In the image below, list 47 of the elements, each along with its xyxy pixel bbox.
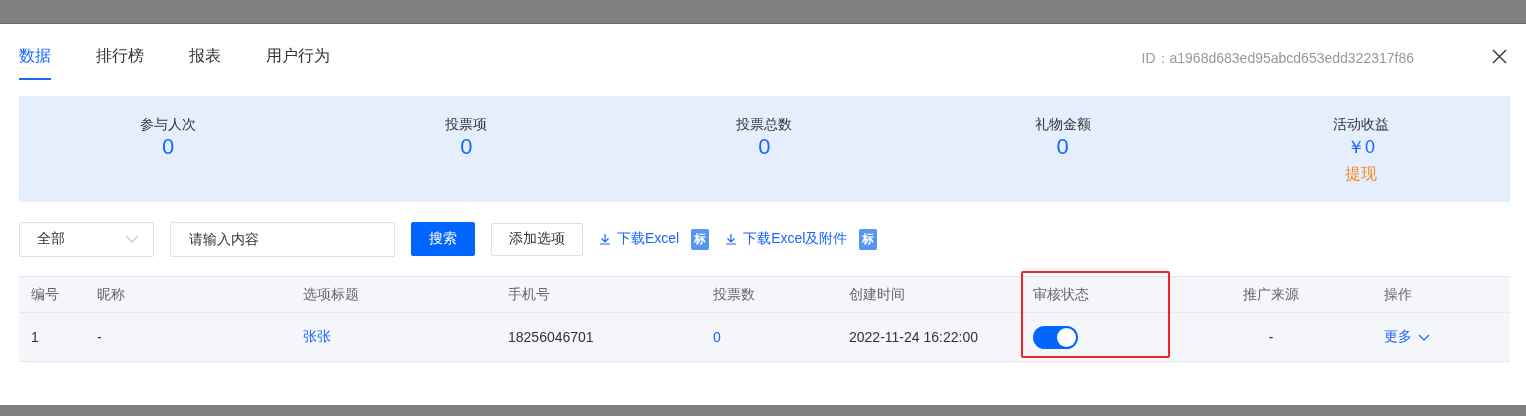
chevron-down-icon	[125, 235, 139, 243]
download-link[interactable]: 下载Excel	[599, 230, 680, 248]
table-cell: 18256046701	[508, 329, 594, 345]
activity-id: ID：a1968d683ed95abcd653edd322317f86	[1141, 50, 1414, 68]
tab[interactable]: 用户行为	[266, 46, 330, 80]
column-header: 昵称	[97, 285, 125, 304]
stat-value: 0	[161, 133, 175, 161]
chevron-down-icon	[1418, 333, 1430, 341]
cell-link[interactable]: 0	[713, 329, 721, 345]
search-field[interactable]: 请输入内容	[170, 221, 395, 257]
stat-value: 0	[460, 133, 473, 161]
column-header: 创建时间	[849, 285, 905, 304]
approval-toggle[interactable]	[1033, 325, 1078, 349]
tab[interactable]: 报表	[189, 46, 221, 80]
stat-label: 活动收益	[1332, 115, 1389, 133]
tab[interactable]: 排行榜	[96, 46, 144, 80]
table-cell: -	[97, 329, 102, 345]
tag-badge: 标	[691, 228, 710, 250]
tag-badge: 标	[859, 228, 878, 250]
column-header: 选项标题	[303, 285, 359, 304]
download-icon	[599, 233, 611, 245]
column-header: 编号	[31, 285, 59, 304]
stat-value: ￥0	[1346, 136, 1375, 159]
close-button[interactable]	[1492, 49, 1507, 64]
column-header: 推广来源	[1243, 285, 1299, 304]
cell-link[interactable]: 张张	[303, 328, 331, 346]
stat-label: 参与人次	[140, 115, 197, 133]
more-menu[interactable]: 更多	[1384, 328, 1430, 346]
filter-select[interactable]: 全部	[19, 221, 154, 257]
table-cell: -	[1268, 329, 1274, 345]
column-header: 投票数	[713, 285, 755, 304]
column-header: 操作	[1384, 285, 1412, 304]
stat-label: 投票项	[445, 115, 488, 133]
toolbar-button[interactable]: 搜索	[411, 222, 475, 256]
stat-value: 0	[1056, 133, 1069, 161]
stat-label: 投票总数	[736, 115, 793, 133]
toolbar-button[interactable]: 添加选项	[491, 222, 583, 256]
stat-value: 0	[758, 133, 771, 161]
column-header: 手机号	[508, 285, 550, 304]
tab[interactable]: 数据	[19, 46, 51, 80]
stat-label: 礼物金额	[1034, 115, 1091, 133]
column-header: 审核状态	[1033, 285, 1089, 304]
download-link[interactable]: 下载Excel及附件	[725, 230, 848, 248]
table-cell: 2022-11-24 16:22:00	[849, 329, 978, 345]
close-icon	[1492, 49, 1507, 64]
download-icon	[725, 233, 738, 245]
table-cell: 1	[31, 329, 39, 345]
